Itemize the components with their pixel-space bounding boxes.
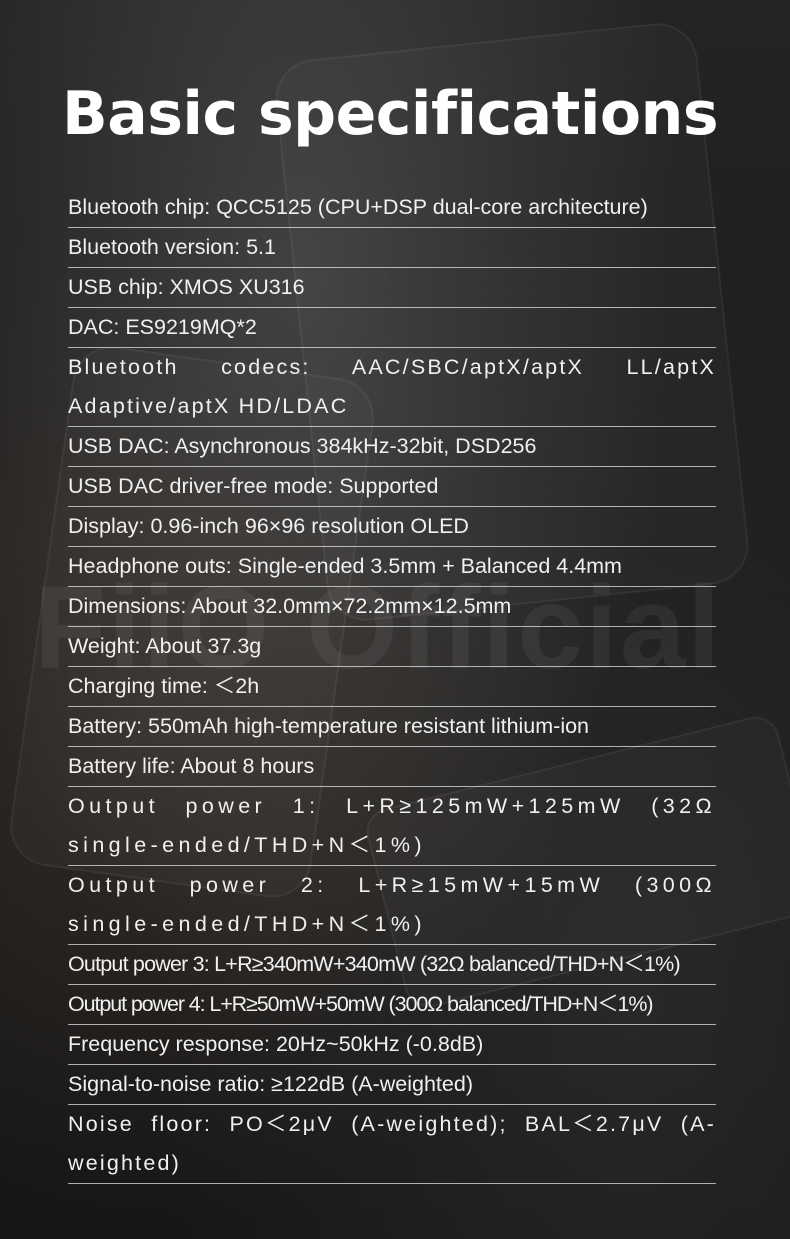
spec-row-headphone-outs: Headphone outs: Single-ended 3.5mm + Bal…: [68, 547, 716, 587]
spec-row-dac: DAC: ES9219MQ*2: [68, 308, 716, 348]
spec-row-output-power-1: Output power 1: L+R≥125mW+125mW (32Ω sin…: [68, 787, 716, 866]
spec-row-output-power-3: Output power 3: L+R≥340mW+340mW (32Ω bal…: [68, 945, 716, 985]
spec-row-dimensions: Dimensions: About 32.0mm×72.2mm×12.5mm: [68, 587, 716, 627]
spec-row-output-power-2: Output power 2: L+R≥15mW+15mW (300Ω sing…: [68, 866, 716, 945]
spec-row-output-power-4: Output power 4: L+R≥50mW+50mW (300Ω bala…: [68, 985, 716, 1025]
spec-row-bluetooth-codecs: Bluetooth codecs: AAC/SBC/aptX/aptX LL/a…: [68, 348, 716, 427]
spec-row-bluetooth-version: Bluetooth version: 5.1: [68, 228, 716, 268]
spec-row-noise-floor: Noise floor: PO＜2μV (A-weighted); BAL＜2.…: [68, 1105, 716, 1184]
spec-row-battery: Battery: 550mAh high-temperature resista…: [68, 707, 716, 747]
spec-row-usb-chip: USB chip: XMOS XU316: [68, 268, 716, 308]
spec-row-frequency-response: Frequency response: 20Hz~50kHz (-0.8dB): [68, 1025, 716, 1065]
spec-row-bluetooth-chip: Bluetooth chip: QCC5125 (CPU+DSP dual-co…: [68, 188, 716, 228]
spec-row-weight: Weight: About 37.3g: [68, 627, 716, 667]
spec-row-display: Display: 0.96-inch 96×96 resolution OLED: [68, 507, 716, 547]
spec-row-usb-dac-driver-free: USB DAC driver-free mode: Supported: [68, 467, 716, 507]
spec-row-usb-dac: USB DAC: Asynchronous 384kHz-32bit, DSD2…: [68, 427, 716, 467]
spec-row-charging-time: Charging time: ＜2h: [68, 667, 716, 707]
page-title: Basic specifications: [62, 79, 719, 149]
spec-row-snr: Signal-to-noise ratio: ≥122dB (A-weighte…: [68, 1065, 716, 1105]
spec-row-battery-life: Battery life: About 8 hours: [68, 747, 716, 787]
spec-list: Bluetooth chip: QCC5125 (CPU+DSP dual-co…: [68, 188, 716, 1184]
